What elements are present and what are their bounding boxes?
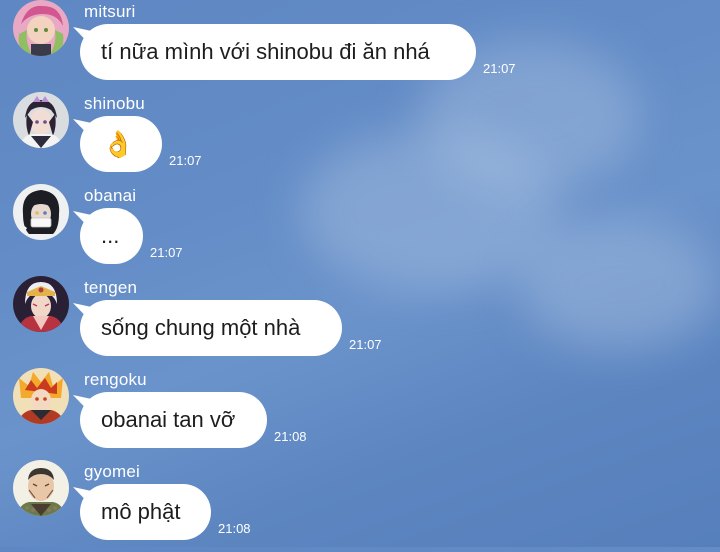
message-timestamp: 21:08 [218,521,251,536]
shinobu-avatar[interactable] [13,92,69,148]
chat-message: gyomei mô phật 21:08 [0,460,720,552]
rengoku-avatar[interactable] [13,368,69,424]
message-timestamp: 21:07 [150,245,183,260]
sender-name: gyomei [84,462,141,481]
sender-name: shinobu [84,94,145,113]
sender-name: mitsuri [84,2,136,21]
chat-message: mitsuri tí nữa mình với shinobu đi ăn nh… [0,0,720,92]
message-timestamp: 21:07 [483,61,516,76]
obanai-avatar[interactable] [13,184,69,240]
mitsuri-avatar[interactable] [13,0,69,56]
chat-message: tengen sống chung một nhà 21:07 [0,276,720,368]
tengen-avatar[interactable] [13,276,69,332]
chat-message: obanai ... 21:07 [0,184,720,276]
message-bubble[interactable]: sống chung một nhà [80,300,342,356]
message-bubble[interactable]: 👌 [80,116,162,172]
gyomei-avatar[interactable] [13,460,69,516]
message-timestamp: 21:07 [349,337,382,352]
sender-name: obanai [84,186,137,205]
chat-message: shinobu 👌 21:07 [0,92,720,184]
message-bubble[interactable]: tí nữa mình với shinobu đi ăn nhá [80,24,476,80]
message-bubble[interactable]: ... [80,208,143,264]
chat-message: rengoku obanai tan vỡ 21:08 [0,368,720,460]
message-timestamp: 21:08 [274,429,307,444]
sender-name: rengoku [84,370,147,389]
sender-name: tengen [84,278,138,297]
message-bubble[interactable]: obanai tan vỡ [80,392,267,448]
message-bubble[interactable]: mô phật [80,484,211,540]
message-timestamp: 21:07 [169,153,202,168]
chat-thread: mitsuri tí nữa mình với shinobu đi ăn nh… [0,0,720,547]
